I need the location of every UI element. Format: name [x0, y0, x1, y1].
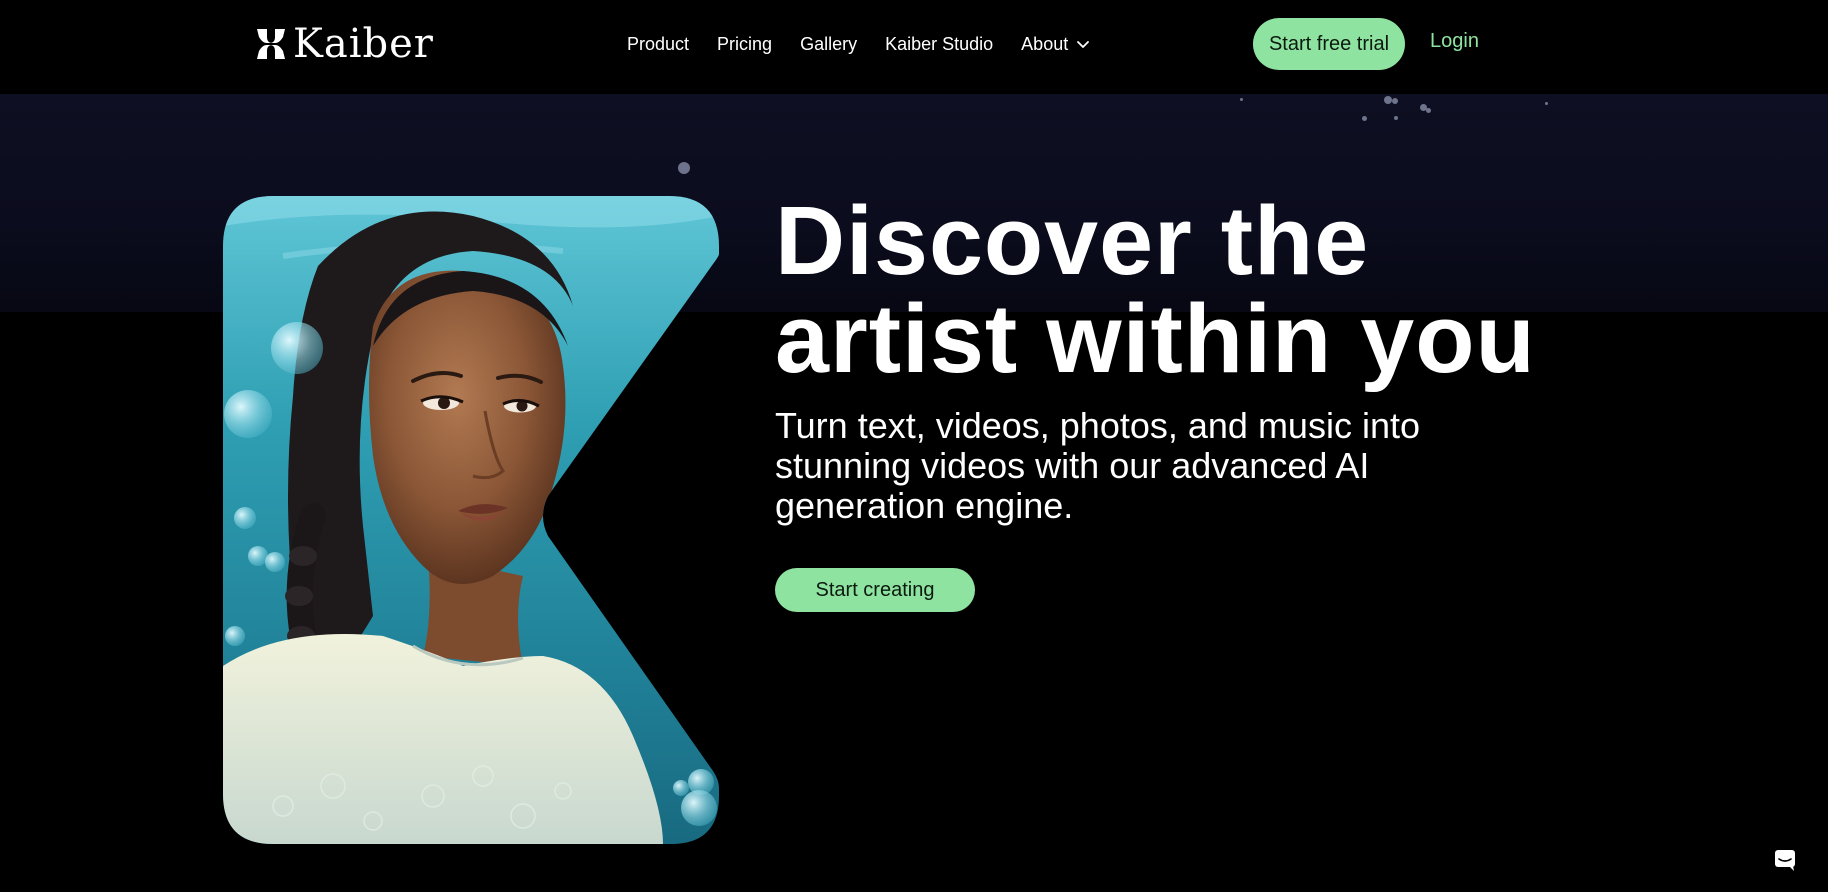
nav-dropdown-about[interactable]: About [1021, 34, 1090, 55]
nav-link-gallery[interactable]: Gallery [800, 34, 857, 55]
start-free-trial-button[interactable]: Start free trial [1253, 18, 1405, 70]
bubble [1384, 96, 1392, 104]
kaiber-logo-icon [257, 29, 285, 59]
nav-link-about-label: About [1021, 33, 1069, 54]
headline-line-2: artist within you [775, 284, 1536, 393]
logo-wordmark: Kaiber [293, 21, 434, 67]
login-link[interactable]: Login [1430, 30, 1479, 53]
bubble [1394, 116, 1398, 120]
hero-headline: Discover the artist within you [775, 192, 1575, 388]
chevron-down-icon [1077, 41, 1090, 48]
start-creating-button[interactable]: Start creating [775, 568, 975, 612]
nav-link-product[interactable]: Product [627, 34, 689, 55]
kaiber-logo[interactable]: Kaiber [255, 24, 434, 64]
hero-subheading: Turn text, videos, photos, and music int… [775, 405, 1420, 526]
nav-link-kaiber-studio[interactable]: Kaiber Studio [885, 34, 993, 55]
headline-line-1: Discover the [775, 186, 1370, 295]
top-navigation: Kaiber Product Pricing Gallery Kaiber St… [0, 0, 1828, 94]
bubble [1426, 108, 1431, 113]
nav-links: Product Pricing Gallery Kaiber Studio Ab… [627, 0, 1090, 88]
bubble [1392, 98, 1398, 104]
bubble [1240, 98, 1243, 101]
bubble [1545, 102, 1548, 105]
bubble [678, 162, 690, 174]
chat-icon[interactable] [1772, 847, 1798, 873]
bubble [1362, 116, 1367, 121]
hero-portrait-image [223, 196, 719, 844]
landing-page: Kaiber Product Pricing Gallery Kaiber St… [0, 0, 1828, 892]
nav-link-pricing[interactable]: Pricing [717, 34, 772, 55]
